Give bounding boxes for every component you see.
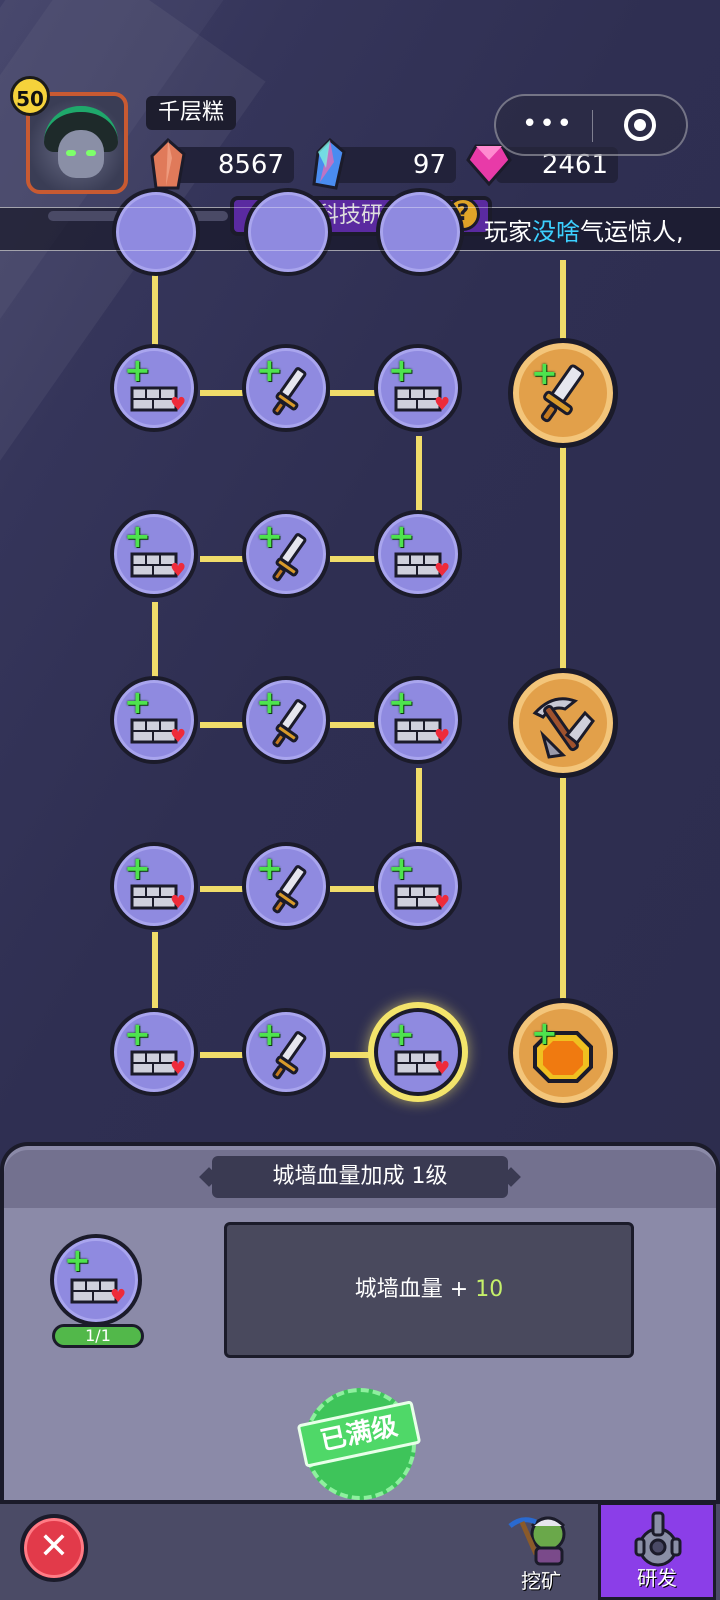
gold-coin-upgrade-icon [533, 1031, 593, 1083]
tech-title: 城墙血量加成 1级 [212, 1156, 508, 1198]
attack-bonus-node[interactable]: + [242, 676, 330, 764]
tab-mining[interactable]: 挖矿 [482, 1502, 600, 1600]
level-count: 1/1 [52, 1324, 144, 1348]
pink-gem-icon [466, 144, 512, 186]
effect-description: 城墙血量 + 10 [224, 1222, 634, 1358]
sword-attack-bonus-icon [272, 1031, 307, 1080]
tree-connector [200, 1052, 246, 1058]
tree-connector [416, 436, 422, 512]
heart-icon: ♥ [170, 892, 187, 913]
tab-mining-label: 挖矿 [521, 1569, 561, 1593]
effect-label: 城墙血量 + [354, 1277, 476, 1302]
miner-goblin-icon [508, 1516, 566, 1566]
sword-attack-bonus-icon [272, 367, 307, 416]
wall-hp-bonus-node[interactable]: + ♥ [374, 344, 462, 432]
tree-connector [200, 390, 246, 396]
tree-connector [330, 722, 376, 728]
attack-bonus-node[interactable]: + [242, 510, 330, 598]
gold-coin-upgrade-node[interactable]: + [508, 998, 618, 1108]
copper-crystal-counter: 8567 [172, 147, 294, 183]
close-button[interactable]: ✕ [20, 1514, 88, 1582]
tree-connector [200, 722, 246, 728]
wall-hp-bonus-node[interactable]: + ♥ [110, 344, 198, 432]
wall-hp-bonus-node[interactable]: + ♥ [110, 510, 198, 598]
heart-icon: ♥ [434, 726, 451, 747]
sword-attack-bonus-icon [272, 533, 307, 582]
tab-research[interactable]: 研发 [598, 1502, 716, 1600]
tree-connector [416, 768, 422, 844]
close-target-icon[interactable] [624, 109, 656, 141]
blue-crystal-counter: 97 [334, 147, 456, 183]
tab-research-label: 研发 [637, 1566, 677, 1590]
heart-icon: ♥ [434, 560, 451, 581]
heart-icon: ♥ [434, 1058, 451, 1079]
sword-attack-bonus-icon [272, 699, 307, 748]
copper-crystal-value: 8567 [217, 150, 284, 180]
heart-icon: ♥ [434, 892, 451, 913]
heart-icon: ♥ [170, 1058, 187, 1079]
heart-icon: ♥ [434, 394, 451, 415]
wall-hp-bonus-node[interactable]: + ♥ [110, 1008, 198, 1096]
tree-connector [560, 260, 566, 340]
wall-hp-bonus-node[interactable]: + ♥ [374, 676, 462, 764]
copper-crystal-icon [150, 138, 186, 190]
tree-connector [560, 778, 566, 1002]
attack-bonus-node[interactable]: + [242, 842, 330, 930]
sword-upgrade-icon [540, 364, 585, 423]
tree-connector [330, 1052, 376, 1058]
tree-connector [152, 932, 158, 1008]
wall-hp-bonus-node[interactable]: + ♥ [374, 842, 462, 930]
blue-crystal-icon [312, 138, 346, 190]
plus-icon: + [531, 1014, 558, 1052]
tree-connector [200, 556, 246, 562]
announcement-bar-overlay [0, 207, 720, 251]
plus-icon: + [531, 354, 558, 392]
heart-icon: ♥ [170, 394, 187, 415]
pickaxe-upgrade-icon [532, 697, 595, 759]
wall-hp-bonus-node[interactable]: + ♥ [110, 842, 198, 930]
player-level-badge: 50 [10, 76, 50, 116]
heart-icon: ♥ [110, 1286, 127, 1307]
blue-crystal-value: 97 [412, 150, 446, 180]
tree-connector [330, 886, 376, 892]
mini-program-capsule: ••• [494, 94, 688, 156]
tree-connector [330, 556, 376, 562]
tree-connector [152, 602, 158, 678]
wall-hp-bonus-node[interactable]: + ♥ [374, 1008, 462, 1096]
effect-value: 10 [475, 1277, 504, 1302]
tree-connector [200, 886, 246, 892]
sword-upgrade-node[interactable]: + [508, 338, 618, 448]
attack-bonus-node[interactable]: + [242, 1008, 330, 1096]
pickaxe-upgrade-node[interactable] [508, 668, 618, 778]
selected-tech-icon: + ♥ [50, 1234, 142, 1326]
heart-icon: ♥ [170, 560, 187, 581]
more-menu-icon[interactable]: ••• [522, 111, 574, 137]
sword-attack-bonus-icon [272, 865, 307, 914]
heart-icon: ♥ [170, 726, 187, 747]
wall-hp-bonus-node[interactable]: + ♥ [110, 676, 198, 764]
wall-hp-bonus-node[interactable]: + ♥ [374, 510, 462, 598]
tree-connector [560, 446, 566, 670]
attack-bonus-node[interactable]: + [242, 344, 330, 432]
tree-connector [330, 390, 376, 396]
player-name: 千层糕 [146, 96, 237, 130]
